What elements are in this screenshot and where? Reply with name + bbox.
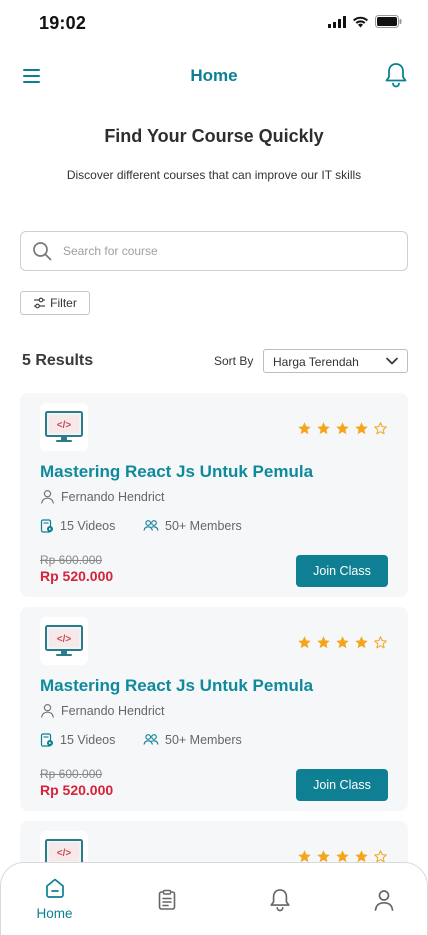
course-card[interactable]: </> Mastering React Js Untuk Pemula Fern… — [20, 607, 408, 811]
nav-courses[interactable] — [113, 863, 220, 935]
original-price: Rp 600.000 — [40, 553, 103, 567]
members-label: 50+ Members — [165, 519, 242, 533]
user-icon — [374, 890, 393, 911]
star-filled-icon — [336, 636, 349, 649]
bell-icon — [385, 63, 407, 88]
course-card[interactable]: </> Mastering React Js Untuk Pemula Fern… — [20, 393, 408, 597]
hero-subtitle: Discover different courses that can impr… — [66, 168, 362, 182]
videos-label: 15 Videos — [60, 519, 116, 533]
original-price: Rp 600.000 — [40, 767, 103, 781]
sliders-icon — [34, 297, 46, 309]
notifications-button[interactable] — [384, 62, 408, 88]
course-title[interactable]: Mastering React Js Untuk Pemula — [40, 462, 313, 482]
wifi-icon — [353, 16, 368, 27]
star-filled-icon — [298, 422, 311, 435]
join-class-button[interactable]: Join Class — [296, 555, 388, 587]
instructor-name: Fernando Hendrict — [61, 703, 165, 718]
video-file-icon — [40, 733, 53, 747]
star-outline-icon — [374, 636, 387, 649]
chevron-down-icon — [386, 357, 398, 365]
members-count: 50+ Members — [143, 519, 242, 533]
instructor-name: Fernando Hendrict — [61, 489, 165, 504]
clipboard-icon — [158, 889, 175, 910]
star-filled-icon — [317, 636, 330, 649]
rating-stars — [297, 635, 388, 650]
star-filled-icon — [355, 422, 368, 435]
course-meta: 15 Videos 50+ Members — [40, 519, 242, 533]
sort-label: Sort By — [214, 354, 254, 368]
user-icon — [41, 703, 54, 718]
status-bar: 19:02 — [0, 0, 428, 48]
star-filled-icon — [336, 422, 349, 435]
nav-profile[interactable] — [330, 863, 428, 935]
star-outline-icon — [374, 422, 387, 435]
instructor: Fernando Hendrict — [40, 489, 165, 504]
home-icon — [45, 878, 64, 898]
course-meta: 15 Videos 50+ Members — [40, 733, 242, 747]
course-title[interactable]: Mastering React Js Untuk Pemula — [40, 676, 313, 696]
members-count: 50+ Members — [143, 733, 242, 747]
user-icon — [41, 489, 54, 504]
status-icons — [328, 15, 402, 28]
signal-icon — [328, 15, 346, 28]
star-filled-icon — [298, 636, 311, 649]
search-icon — [33, 242, 52, 261]
filter-button[interactable]: Filter — [20, 291, 90, 315]
svg-text:</>: </> — [57, 420, 72, 431]
svg-text:</>: </> — [57, 848, 72, 859]
page-title: Home — [190, 66, 238, 85]
code-monitor-icon: </> — [45, 411, 83, 442]
discount-price: Rp 520.000 — [40, 782, 114, 798]
nav-notifications[interactable] — [226, 863, 333, 935]
videos-count: 15 Videos — [40, 733, 143, 747]
battery-icon — [375, 15, 402, 28]
members-icon — [143, 520, 159, 531]
video-file-icon — [40, 519, 53, 533]
filter-label: Filter — [50, 296, 77, 310]
members-label: 50+ Members — [165, 733, 242, 747]
discount-price: Rp 520.000 — [40, 568, 114, 584]
search-box — [20, 231, 408, 271]
videos-label: 15 Videos — [60, 733, 116, 747]
search-input[interactable] — [63, 232, 393, 270]
star-filled-icon — [317, 422, 330, 435]
join-class-button[interactable]: Join Class — [296, 769, 388, 801]
sort-value: Harga Terendah — [273, 355, 359, 369]
bell-icon — [269, 889, 290, 912]
sort-dropdown[interactable]: Harga Terendah — [263, 349, 408, 373]
course-thumbnail: </> — [40, 403, 88, 451]
app-header: Home — [0, 56, 428, 96]
bottom-nav: Home — [0, 862, 428, 935]
svg-text:</>: </> — [57, 634, 72, 645]
code-monitor-icon: </> — [45, 625, 83, 656]
nav-home-label: Home — [36, 906, 73, 921]
results-count: 5 Results — [22, 352, 94, 369]
nav-home[interactable]: Home — [1, 863, 108, 935]
hero-title: Find Your Course Quickly — [104, 126, 324, 146]
instructor: Fernando Hendrict — [40, 703, 165, 718]
star-filled-icon — [355, 636, 368, 649]
members-icon — [143, 734, 159, 745]
course-thumbnail: </> — [40, 617, 88, 665]
status-time: 19:02 — [39, 13, 87, 33]
rating-stars — [297, 421, 388, 436]
videos-count: 15 Videos — [40, 519, 143, 533]
